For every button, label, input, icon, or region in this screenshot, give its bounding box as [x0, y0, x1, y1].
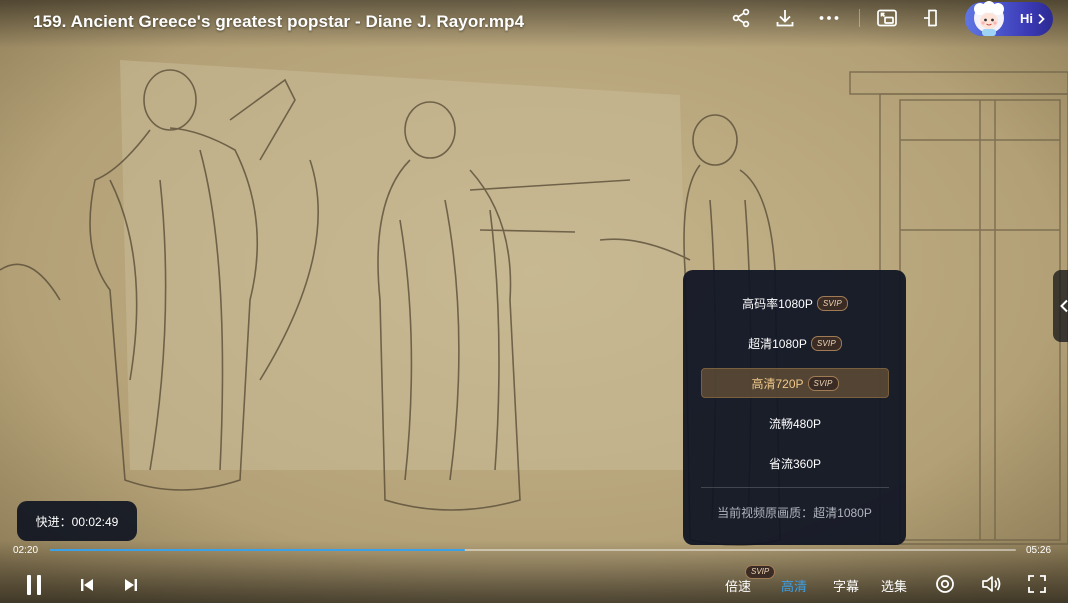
target-icon: [936, 575, 954, 593]
fullscreen-icon: [1028, 575, 1046, 593]
video-illustration: [0, 0, 1068, 603]
previous-icon: [81, 579, 93, 591]
seek-toast: 快进：00:02:49: [17, 501, 137, 541]
assistant-avatar-icon: [974, 1, 1004, 36]
video-player[interactable]: 159. Ancient Greece's greatest popstar -…: [0, 0, 1068, 603]
quality-option-label: 高码率1080P: [742, 296, 813, 311]
quality-option-1080p-high-bitrate[interactable]: 高码率1080P SVIP: [701, 288, 889, 318]
quality-option-label: 超清1080P: [748, 336, 807, 351]
side-panel-toggle[interactable]: [1053, 270, 1068, 342]
episodes-button[interactable]: 选集: [881, 576, 907, 595]
next-icon: [125, 579, 137, 591]
mini-window-icon[interactable]: [920, 6, 944, 30]
progress-bar[interactable]: [50, 549, 1016, 551]
quality-option-label: 高清720P: [751, 376, 804, 391]
quality-option-label: 流畅480P: [768, 416, 822, 431]
quality-menu: 高码率1080P SVIP 超清1080P SVIP 高清720P SVIP 流…: [683, 270, 906, 545]
share-icon[interactable]: [729, 6, 753, 30]
speed-button[interactable]: 倍速: [725, 576, 751, 595]
seek-toast-text: 快进：00:02:49: [35, 514, 119, 529]
previous-button[interactable]: [77, 576, 97, 594]
video-title: 159. Ancient Greece's greatest popstar -…: [33, 12, 525, 31]
quality-option-720p[interactable]: 高清720P SVIP: [701, 368, 889, 398]
total-time: 05:26: [1026, 545, 1052, 556]
picture-in-picture-icon[interactable]: [875, 6, 899, 30]
next-button[interactable]: [121, 576, 141, 594]
chevron-left-icon: [1060, 299, 1068, 313]
danmaku-settings-button[interactable]: [934, 574, 956, 594]
volume-icon: [982, 576, 1001, 592]
video-frame[interactable]: [0, 0, 1068, 603]
progress-bar-fill: [50, 549, 465, 551]
hi-text: Hi: [1020, 11, 1033, 26]
quality-option-1080p[interactable]: 超清1080P SVIP: [701, 328, 889, 358]
pause-button[interactable]: [22, 572, 46, 598]
svip-badge: SVIP: [810, 335, 842, 351]
quality-menu-divider: [701, 487, 889, 488]
assistant-hi-button[interactable]: Hi: [965, 1, 1053, 36]
quality-button[interactable]: 高清: [781, 576, 807, 595]
chevron-right-icon: [1038, 13, 1045, 25]
quality-option-label: 省流360P: [768, 456, 822, 471]
quality-option-480p[interactable]: 流畅480P: [701, 408, 889, 438]
quality-option-360p[interactable]: 省流360P: [701, 448, 889, 478]
pause-icon: [27, 575, 41, 595]
subtitles-button[interactable]: 字幕: [833, 576, 859, 595]
current-time: 02:20: [13, 545, 39, 556]
more-icon[interactable]: [817, 6, 841, 30]
fullscreen-button[interactable]: [1026, 574, 1048, 594]
top-bar-separator: [859, 9, 860, 27]
svip-badge: SVIP: [807, 375, 839, 391]
top-bar: 159. Ancient Greece's greatest popstar -…: [0, 0, 1068, 48]
download-icon[interactable]: [773, 6, 797, 30]
original-quality-note: 当前视频原画质：超清1080P: [717, 506, 872, 520]
volume-button[interactable]: [981, 574, 1003, 594]
svip-badge: SVIP: [816, 295, 848, 311]
